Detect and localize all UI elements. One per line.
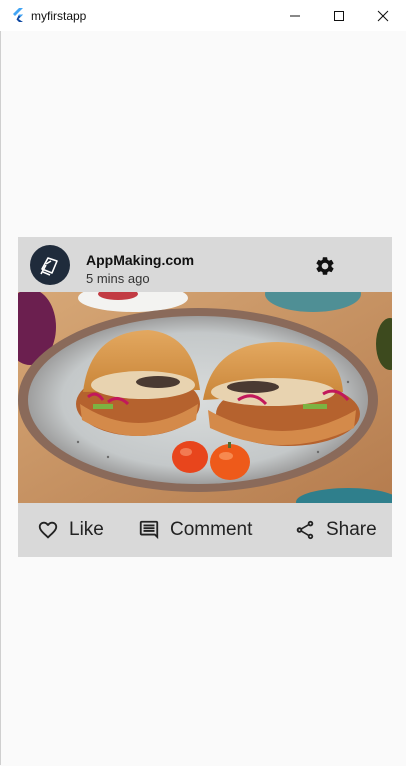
post-header: AppMaking.com 5 mins ago <box>18 237 392 292</box>
share-button[interactable]: Share <box>294 503 377 557</box>
comment-button[interactable]: Comment <box>138 503 252 557</box>
gear-icon <box>316 257 334 275</box>
avatar[interactable] <box>30 245 70 285</box>
post-timestamp: 5 mins ago <box>86 271 150 286</box>
close-button[interactable] <box>360 0 406 31</box>
post-actions: Like Comment Share <box>18 503 392 557</box>
settings-button[interactable] <box>311 252 339 280</box>
flutter-logo-icon <box>13 8 23 22</box>
minimize-button[interactable] <box>272 0 318 31</box>
window-title: myfirstapp <box>31 9 87 23</box>
author-name[interactable]: AppMaking.com <box>86 252 194 268</box>
close-icon <box>377 10 389 21</box>
sandwich-photo <box>18 292 392 503</box>
post-image[interactable] <box>18 292 392 503</box>
cards-logo-icon <box>40 257 58 276</box>
comment-label: Comment <box>170 519 253 540</box>
share-icon <box>296 520 314 540</box>
title-bar[interactable]: myfirstapp <box>0 0 406 31</box>
share-label: Share <box>326 519 377 540</box>
like-label: Like <box>69 519 104 540</box>
comment-icon <box>139 520 159 540</box>
like-button[interactable]: Like <box>37 503 104 557</box>
maximize-button[interactable] <box>316 0 362 31</box>
maximize-icon <box>334 10 344 21</box>
heart-outline-icon <box>38 521 58 539</box>
minimize-icon <box>290 15 300 16</box>
post-card: AppMaking.com 5 mins ago Like Comment Sh… <box>18 237 392 557</box>
